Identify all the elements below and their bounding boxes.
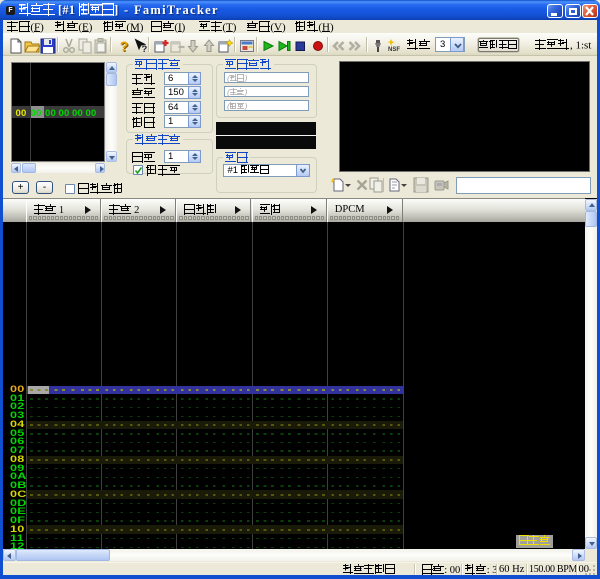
svg-text:NSF: NSF [388, 47, 400, 53]
svg-text:?: ? [142, 44, 148, 54]
